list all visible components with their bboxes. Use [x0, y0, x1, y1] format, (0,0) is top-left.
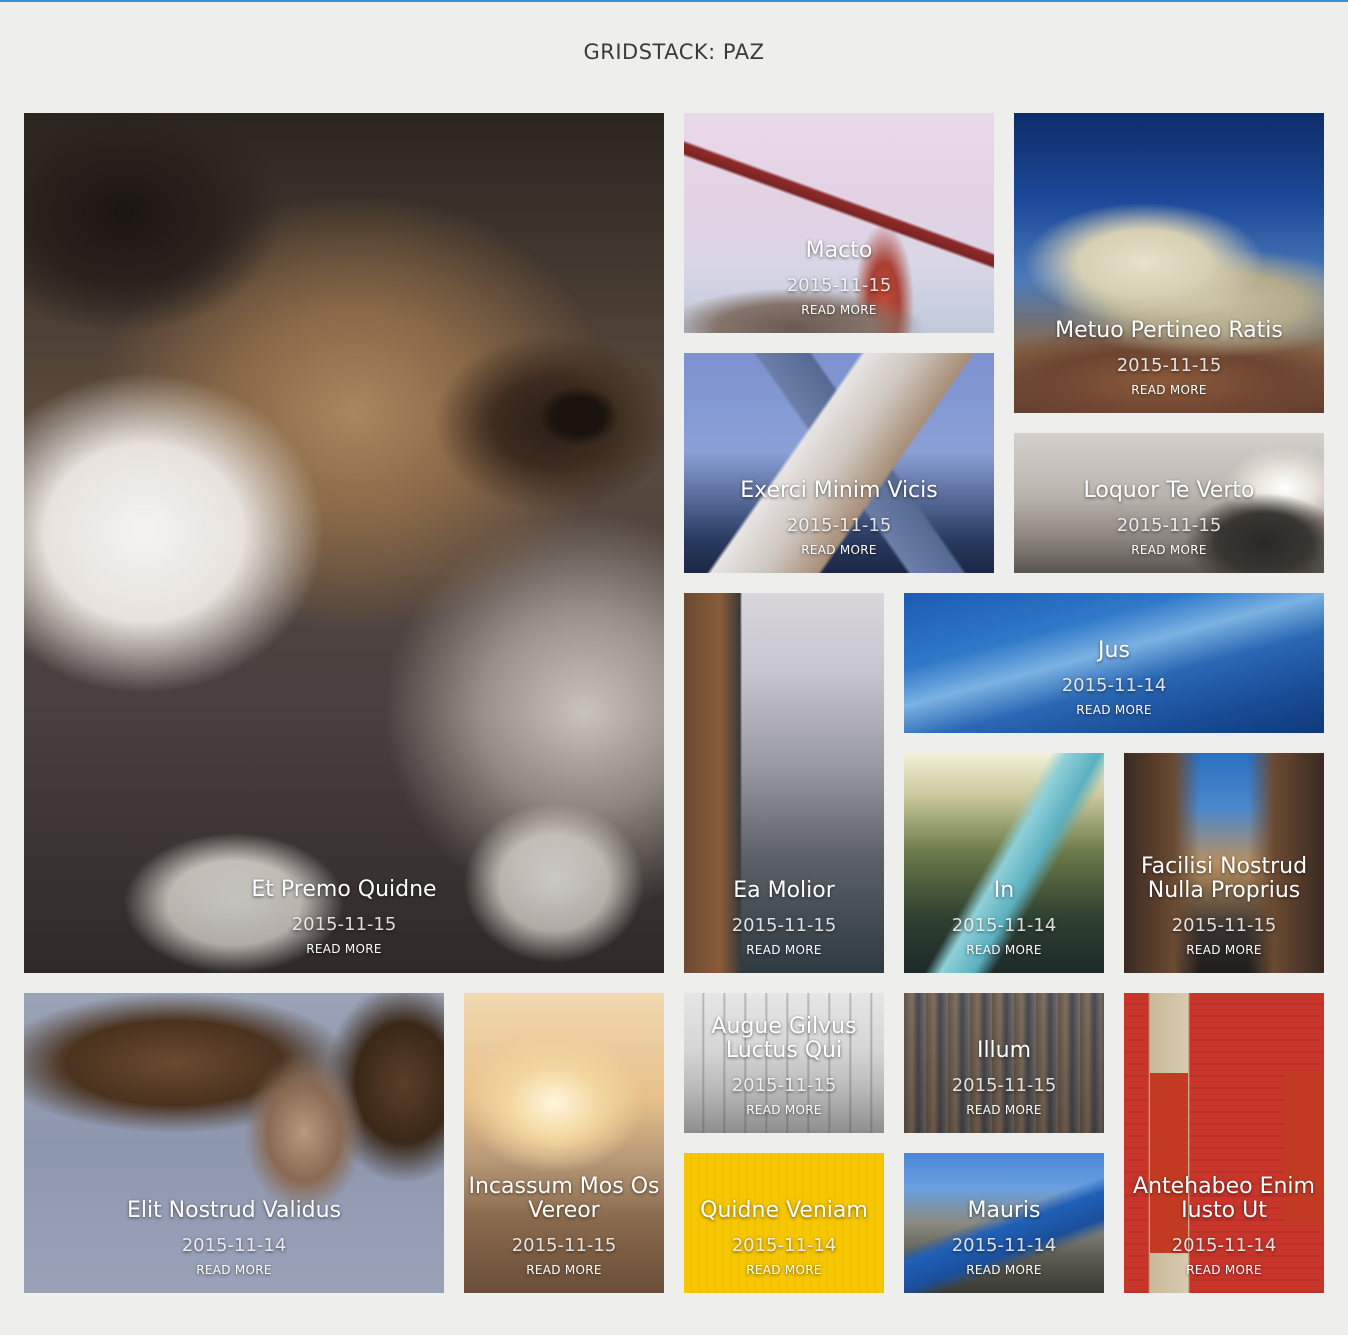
tile-caption: In 2015-11-14 READ MORE	[904, 878, 1104, 958]
tile-caption: Et Premo Quidne 2015-11-15 READ MORE	[24, 877, 664, 957]
tile-caption: Metuo Pertineo Ratis 2015-11-15 READ MOR…	[1014, 318, 1324, 398]
tile-overlay	[24, 113, 664, 973]
grid-tile-mauris[interactable]: Mauris 2015-11-14 READ MORE	[904, 1153, 1104, 1293]
read-more-link[interactable]: READ MORE	[24, 942, 664, 956]
read-more-link[interactable]: READ MORE	[684, 1103, 884, 1117]
tile-date: 2015-11-14	[181, 1235, 287, 1256]
tile-title: Facilisi Nostrud Nulla Proprius	[1140, 854, 1308, 903]
tile-caption: Augue Gilvus Luctus Qui 2015-11-15 READ …	[684, 1014, 884, 1118]
grid-tile-in[interactable]: In 2015-11-14 READ MORE	[904, 753, 1104, 973]
tile-date: 2015-11-15	[291, 914, 397, 935]
tile-caption: Mauris 2015-11-14 READ MORE	[904, 1198, 1104, 1278]
read-more-link[interactable]: READ MORE	[904, 943, 1104, 957]
tile-title: Metuo Pertineo Ratis	[1055, 318, 1283, 343]
tile-caption: Illum 2015-11-15 READ MORE	[904, 1038, 1104, 1118]
read-more-link[interactable]: READ MORE	[24, 1263, 444, 1277]
grid-tile-illum[interactable]: Illum 2015-11-15 READ MORE	[904, 993, 1104, 1133]
read-more-link[interactable]: READ MORE	[1014, 543, 1324, 557]
grid-tile-quidne-veniam[interactable]: Quidne Veniam 2015-11-14 READ MORE	[684, 1153, 884, 1293]
read-more-link[interactable]: READ MORE	[904, 1263, 1104, 1277]
read-more-link[interactable]: READ MORE	[904, 1103, 1104, 1117]
tile-title: Et Premo Quidne	[251, 877, 437, 902]
tile-title: Jus	[1098, 638, 1130, 663]
top-accent-line	[0, 0, 1348, 2]
tile-title: Antehabeo Enim Iusto Ut	[1133, 1174, 1315, 1223]
grid-tile-loquor-te-verto[interactable]: Loquor Te Verto 2015-11-15 READ MORE	[1014, 433, 1324, 573]
grid-tile-jus[interactable]: Jus 2015-11-14 READ MORE	[904, 593, 1324, 733]
tile-date: 2015-11-15	[731, 915, 837, 936]
grid-tile-metuo-pertineo-ratis[interactable]: Metuo Pertineo Ratis 2015-11-15 READ MOR…	[1014, 113, 1324, 413]
read-more-link[interactable]: READ MORE	[684, 543, 994, 557]
tile-date: 2015-11-15	[786, 275, 892, 296]
grid-tile-et-premo-quidne[interactable]: Et Premo Quidne 2015-11-15 READ MORE	[24, 113, 664, 973]
grid-tile-augue-gilvus-luctus-qui[interactable]: Augue Gilvus Luctus Qui 2015-11-15 READ …	[684, 993, 884, 1133]
tile-title: Elit Nostrud Validus	[126, 1198, 342, 1223]
tile-caption: Quidne Veniam 2015-11-14 READ MORE	[684, 1198, 884, 1278]
read-more-link[interactable]: READ MORE	[904, 703, 1324, 717]
tile-date: 2015-11-15	[951, 1075, 1057, 1096]
tile-title: Incassum Mos Os Vereor	[468, 1174, 660, 1223]
tile-date: 2015-11-14	[1171, 1235, 1277, 1256]
tile-title: Ea Molior	[733, 878, 835, 903]
tile-title: Loquor Te Verto	[1083, 478, 1255, 503]
tile-date: 2015-11-14	[1061, 675, 1167, 696]
tile-title: Mauris	[967, 1198, 1041, 1223]
grid-tile-incassum-mos-os-vereor[interactable]: Incassum Mos Os Vereor 2015-11-15 READ M…	[464, 993, 664, 1293]
tile-date: 2015-11-15	[511, 1235, 617, 1256]
tile-title: Augue Gilvus Luctus Qui	[711, 1014, 857, 1063]
grid-tile-elit-nostrud-validus[interactable]: Elit Nostrud Validus 2015-11-14 READ MOR…	[24, 993, 444, 1293]
tile-caption: Elit Nostrud Validus 2015-11-14 READ MOR…	[24, 1198, 444, 1278]
tile-date: 2015-11-15	[1171, 915, 1277, 936]
read-more-link[interactable]: READ MORE	[1014, 383, 1324, 397]
read-more-link[interactable]: READ MORE	[684, 1263, 884, 1277]
grid-tile-exerci-minim-vicis[interactable]: Exerci Minim Vicis 2015-11-15 READ MORE	[684, 353, 994, 573]
page-title: GRIDSTACK: PAZ	[583, 40, 765, 64]
tile-title: Illum	[976, 1038, 1032, 1063]
tile-caption: Loquor Te Verto 2015-11-15 READ MORE	[1014, 478, 1324, 558]
read-more-link[interactable]: READ MORE	[464, 1263, 664, 1277]
tile-date: 2015-11-14	[951, 915, 1057, 936]
tile-title: Quidne Veniam	[700, 1198, 868, 1223]
tile-date: 2015-11-15	[1116, 515, 1222, 536]
read-more-link[interactable]: READ MORE	[684, 943, 884, 957]
grid-tile-ea-molior[interactable]: Ea Molior 2015-11-15 READ MORE	[684, 593, 884, 973]
tile-title: Exerci Minim Vicis	[740, 478, 938, 503]
grid-tile-facilisi-nostrud-nulla-proprius[interactable]: Facilisi Nostrud Nulla Proprius 2015-11-…	[1124, 753, 1324, 973]
grid-tile-antehabeo-enim-iusto-ut[interactable]: Antehabeo Enim Iusto Ut 2015-11-14 READ …	[1124, 993, 1324, 1293]
tile-caption: Macto 2015-11-15 READ MORE	[684, 238, 994, 318]
tile-caption: Exerci Minim Vicis 2015-11-15 READ MORE	[684, 478, 994, 558]
tile-caption: Facilisi Nostrud Nulla Proprius 2015-11-…	[1124, 854, 1324, 958]
tile-date: 2015-11-14	[951, 1235, 1057, 1256]
tile-caption: Jus 2015-11-14 READ MORE	[904, 638, 1324, 718]
tile-caption: Ea Molior 2015-11-15 READ MORE	[684, 878, 884, 958]
tile-date: 2015-11-15	[786, 515, 892, 536]
tile-date: 2015-11-14	[731, 1235, 837, 1256]
read-more-link[interactable]: READ MORE	[684, 303, 994, 317]
grid-tile-macto[interactable]: Macto 2015-11-15 READ MORE	[684, 113, 994, 333]
tile-title: Macto	[805, 238, 873, 263]
read-more-link[interactable]: READ MORE	[1124, 1263, 1324, 1277]
tile-caption: Incassum Mos Os Vereor 2015-11-15 READ M…	[464, 1174, 664, 1278]
tile-caption: Antehabeo Enim Iusto Ut 2015-11-14 READ …	[1124, 1174, 1324, 1278]
tile-date: 2015-11-15	[731, 1075, 837, 1096]
read-more-link[interactable]: READ MORE	[1124, 943, 1324, 957]
tile-title: In	[993, 878, 1015, 903]
tile-date: 2015-11-15	[1116, 355, 1222, 376]
